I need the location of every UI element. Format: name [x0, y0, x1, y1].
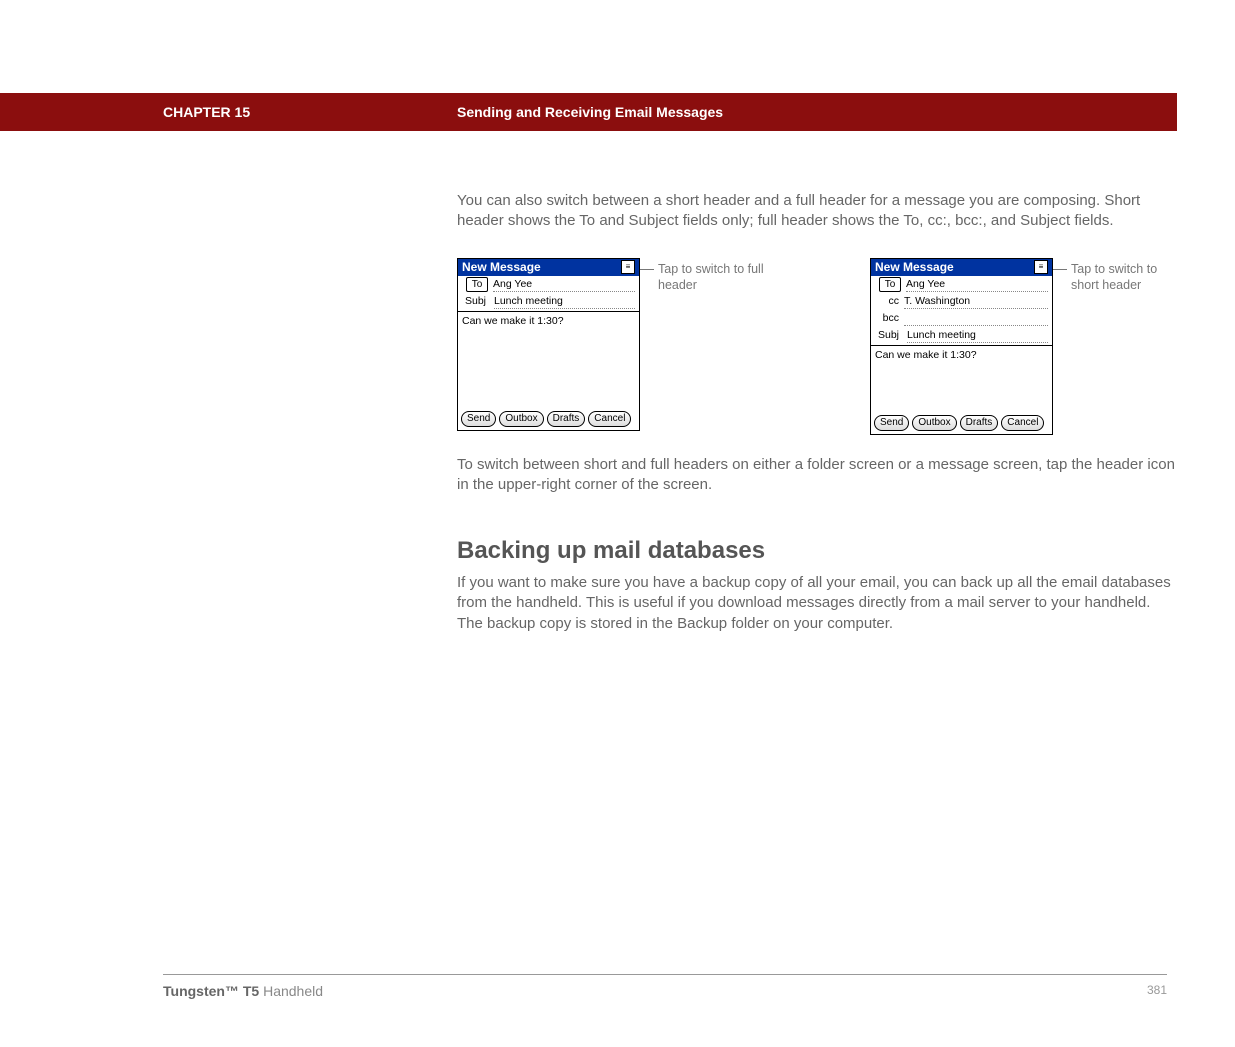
- chapter-title: Sending and Receiving Email Messages: [457, 104, 723, 120]
- outbox-button[interactable]: Outbox: [499, 411, 543, 427]
- palm-screen-full-header: New Message ≡ To Ang Yee cc T. Washingto…: [870, 258, 1053, 435]
- cc-label: cc: [875, 295, 901, 307]
- palm-title-bar: New Message ≡: [871, 259, 1052, 276]
- chapter-label: CHAPTER 15: [163, 104, 423, 120]
- message-body[interactable]: Can we make it 1:30?: [871, 346, 1052, 412]
- product-name: Tungsten™ T5 Handheld: [163, 983, 323, 999]
- cc-field[interactable]: T. Washington: [904, 294, 1048, 309]
- outbox-button[interactable]: Outbox: [912, 415, 956, 431]
- bcc-label: bcc: [875, 312, 901, 324]
- chapter-header: CHAPTER 15 Sending and Receiving Email M…: [0, 93, 1177, 131]
- header-toggle-icon[interactable]: ≡: [621, 260, 635, 274]
- page-footer: Tungsten™ T5 Handheld 381: [163, 974, 1167, 999]
- bcc-field[interactable]: [904, 311, 1048, 326]
- send-button[interactable]: Send: [874, 415, 909, 431]
- subj-field[interactable]: Lunch meeting: [494, 294, 635, 309]
- intro-paragraph: You can also switch between a short head…: [457, 191, 1177, 232]
- post-screens-paragraph: To switch between short and full headers…: [457, 455, 1177, 496]
- cancel-button[interactable]: Cancel: [1001, 415, 1044, 431]
- screenshots-row: New Message ≡ To Ang Yee Subj Lunch meet…: [457, 258, 1177, 435]
- palm-screen-short-header: New Message ≡ To Ang Yee Subj Lunch meet…: [457, 258, 640, 431]
- subj-label: Subj: [875, 329, 904, 341]
- to-field[interactable]: Ang Yee: [906, 277, 1048, 292]
- drafts-button[interactable]: Drafts: [547, 411, 586, 427]
- header-toggle-icon[interactable]: ≡: [1034, 260, 1048, 274]
- section-body: If you want to make sure you have a back…: [457, 573, 1177, 634]
- palm-title-text: New Message: [462, 260, 541, 275]
- subj-label: Subj: [462, 295, 491, 307]
- to-field[interactable]: Ang Yee: [493, 277, 635, 292]
- page-number: 381: [1147, 983, 1167, 999]
- message-body[interactable]: Can we make it 1:30?: [458, 312, 639, 408]
- subj-field[interactable]: Lunch meeting: [907, 328, 1048, 343]
- to-label[interactable]: To: [466, 277, 488, 292]
- cancel-button[interactable]: Cancel: [588, 411, 631, 427]
- section-heading: Backing up mail databases: [457, 537, 1177, 565]
- callout-line: [640, 269, 654, 270]
- palm-title-bar: New Message ≡: [458, 259, 639, 276]
- to-label[interactable]: To: [879, 277, 901, 292]
- palm-title-text: New Message: [875, 260, 954, 275]
- callout-right: Tap to switch to short header: [1071, 261, 1181, 294]
- drafts-button[interactable]: Drafts: [960, 415, 999, 431]
- send-button[interactable]: Send: [461, 411, 496, 427]
- callout-line: [1053, 269, 1067, 270]
- callout-left: Tap to switch to full header: [658, 261, 768, 294]
